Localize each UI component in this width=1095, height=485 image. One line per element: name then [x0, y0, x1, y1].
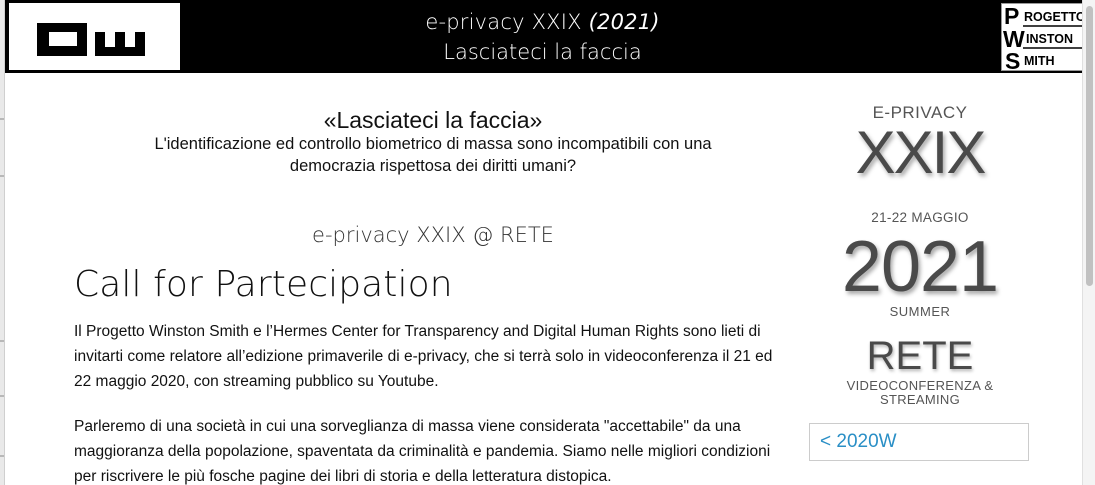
prev-edition-link[interactable]: < 2020W: [820, 431, 897, 452]
hero-subtitle: L'identificazione ed controllo biometric…: [73, 133, 793, 177]
pw-logo[interactable]: [9, 3, 180, 70]
site-title-edition: e-privacy XXIX: [425, 10, 582, 34]
body-paragraph: Il Progetto Winston Smith e l’Hermes Cen…: [74, 323, 773, 390]
sidebar-venue-sub-text: VIDEOCONFERENZA & STREAMING: [846, 378, 994, 407]
pws-logo-icon: P ROGETTO W INSTON S MITH: [1002, 3, 1082, 74]
section-tag: e-privacy XXIX @ RETE: [312, 223, 554, 247]
hero-title: «Lasciateci la faccia»: [323, 107, 543, 133]
pw-logo-icon: [9, 3, 180, 70]
vertical-scrollbar[interactable]: [1082, 0, 1095, 485]
hero-subtitle-line: L'identificazione ed controllo biometric…: [154, 135, 712, 153]
sidebar-season: SUMMER: [889, 304, 951, 319]
sidebar-venue-sub: VIDEOCONFERENZA & STREAMING: [795, 379, 1045, 407]
cfp-heading: Call for Partecipation: [74, 264, 453, 305]
pws-word: MITH: [1024, 54, 1055, 68]
sidebar-year: 2021: [841, 227, 999, 307]
body-paragraph: Parleremo di una società in cui una sorv…: [74, 418, 771, 485]
pws-word: ROGETTO: [1024, 10, 1082, 24]
prev-edition-box: < 2020W: [809, 423, 1029, 461]
pws-word: INSTON: [1026, 32, 1073, 46]
hero-subtitle-line: democrazia rispettosa dei diritti umani?: [289, 157, 577, 175]
site-title: e-privacy XXIX (2021) Lasciateci la facc…: [205, 8, 880, 68]
site-header: e-privacy XXIX (2021) Lasciateci la facc…: [5, 0, 1082, 74]
scrollbar-thumb[interactable]: [1086, 6, 1093, 286]
pws-initial: S: [1005, 48, 1020, 70]
site-title-year: (2021): [588, 10, 660, 34]
site-title-theme: Lasciateci la faccia: [443, 40, 642, 64]
site-title-line1: e-privacy XXIX (2021): [205, 8, 880, 36]
pws-logo[interactable]: P ROGETTO W INSTON S MITH: [1001, 3, 1082, 74]
sidebar-edition-number: XXIX: [855, 119, 987, 186]
sidebar-dates: 21-22 MAGGIO: [871, 210, 969, 225]
page-frame: e-privacy XXIX (2021) Lasciateci la facc…: [4, 0, 1082, 485]
sidebar-venue: RETE: [866, 334, 974, 378]
